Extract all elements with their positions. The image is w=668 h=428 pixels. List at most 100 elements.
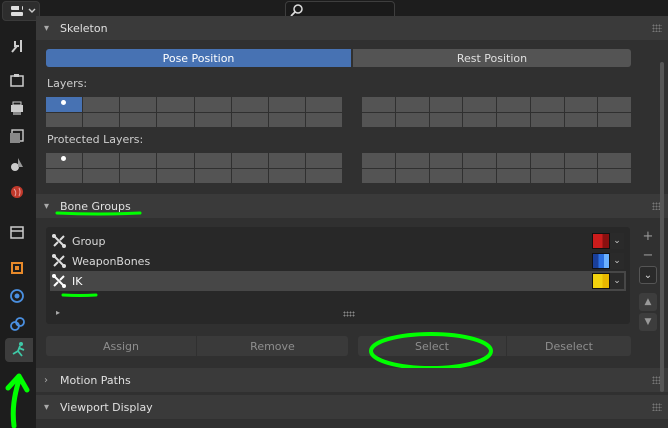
world-tab[interactable] [5,180,29,204]
protected-layers-grid-left[interactable] [46,153,342,183]
layer-cell[interactable] [598,112,631,127]
bone-groups-list[interactable]: Group ⌄ WeaponBones ⌄ IK ⌄ ▸ [46,227,630,324]
tool-tab[interactable] [5,34,29,58]
view-layer-tab[interactable] [5,124,29,148]
layer-cell[interactable] [497,153,530,168]
layer-cell-active[interactable] [46,97,83,112]
layer-cell[interactable] [83,112,120,127]
color-swatch[interactable] [592,233,610,249]
list-item-weaponbones[interactable]: WeaponBones ⌄ [50,251,626,271]
list-resize-grip-icon[interactable] [343,311,355,317]
layer-cell[interactable] [429,112,463,127]
layer-cell[interactable] [362,168,395,183]
assign-button[interactable]: Assign [46,336,196,356]
layer-cell[interactable] [530,97,564,112]
layer-cell[interactable] [120,153,157,168]
layer-cell[interactable] [598,97,631,112]
render-tab[interactable] [5,68,29,92]
layer-cell[interactable] [362,153,395,168]
specials-menu-button[interactable]: ⌄ [639,266,657,284]
collection-tab[interactable] [5,220,29,244]
layer-cell[interactable] [463,97,496,112]
layer-cell[interactable] [83,153,120,168]
layer-cell[interactable] [362,97,395,112]
layer-cell[interactable] [463,168,496,183]
expand-filter-icon[interactable]: ▸ [56,308,60,317]
layer-cell[interactable] [305,153,342,168]
layer-cell[interactable] [157,153,194,168]
layer-cell[interactable] [83,168,120,183]
layer-cell[interactable] [157,112,194,127]
layer-cell[interactable] [305,168,342,183]
layers-grid-right[interactable] [362,97,631,127]
output-tab[interactable] [5,96,29,120]
layer-cell[interactable] [194,153,231,168]
layer-cell[interactable] [46,112,83,127]
layer-cell[interactable] [429,153,463,168]
layer-cell[interactable] [305,97,342,112]
object-tab[interactable] [5,256,29,280]
layer-cell[interactable] [268,97,305,112]
layer-cell[interactable] [120,168,157,183]
layer-cell[interactable] [231,97,268,112]
layer-cell[interactable] [268,153,305,168]
chevron-down-icon[interactable]: ⌄ [610,253,624,269]
layer-cell[interactable] [429,97,463,112]
layer-cell[interactable] [497,112,530,127]
chevron-down-icon[interactable]: ⌄ [610,233,624,249]
scrollbar-thumb[interactable] [660,62,664,392]
scene-tab[interactable] [5,152,29,176]
skeleton-panel-header[interactable]: ▾ Skeleton [36,16,668,40]
layer-cell[interactable] [530,112,564,127]
layer-cell[interactable] [194,168,231,183]
layer-cell[interactable] [231,153,268,168]
layer-cell[interactable] [395,97,429,112]
layer-cell[interactable] [157,97,194,112]
deselect-button[interactable]: Deselect [507,336,631,356]
layer-cell[interactable] [429,168,463,183]
layer-cell[interactable] [564,168,598,183]
layer-cell[interactable] [530,153,564,168]
layer-cell[interactable] [497,97,530,112]
layer-cell[interactable] [46,168,83,183]
layer-cell[interactable] [564,97,598,112]
layer-cell[interactable] [497,168,530,183]
layer-cell[interactable] [120,112,157,127]
rest-position-button[interactable]: Rest Position [353,49,631,67]
layer-cell[interactable] [194,112,231,127]
layer-cell[interactable] [564,153,598,168]
color-swatch[interactable] [592,253,610,269]
editor-type-button[interactable] [2,1,40,21]
layer-cell[interactable] [231,168,268,183]
chevron-down-icon[interactable]: ⌄ [610,273,624,289]
remove-button[interactable]: Remove [197,336,348,356]
layer-cell[interactable] [598,168,631,183]
layer-cell[interactable] [463,153,496,168]
layer-cell[interactable] [395,112,429,127]
viewport-display-panel-header[interactable]: ▾ Viewport Display [36,395,668,419]
layer-cell[interactable] [395,168,429,183]
layer-cell[interactable] [268,168,305,183]
move-up-icon[interactable]: ▲ [639,293,657,311]
layer-cell[interactable] [530,168,564,183]
add-icon[interactable]: + [639,227,657,245]
pose-position-button[interactable]: Pose Position [46,49,351,67]
armature-data-tab[interactable] [5,338,33,362]
layer-cell[interactable] [231,112,268,127]
remove-icon[interactable]: − [639,246,657,264]
layer-cell[interactable] [305,112,342,127]
list-item-ik[interactable]: IK ⌄ [50,271,626,291]
scrollbar[interactable] [658,22,666,392]
physics-tab[interactable] [5,284,29,308]
protected-layers-grid-right[interactable] [362,153,631,183]
layer-cell[interactable] [362,112,395,127]
layer-cell[interactable] [157,168,194,183]
layer-cell[interactable] [194,97,231,112]
layer-cell[interactable] [83,97,120,112]
list-item-group[interactable]: Group ⌄ [50,231,626,251]
layer-cell[interactable] [120,97,157,112]
motion-paths-panel-header[interactable]: › Motion Paths [36,368,668,392]
color-swatch[interactable] [592,273,610,289]
layer-cell[interactable] [598,153,631,168]
drag-grip-icon[interactable] [652,403,662,411]
